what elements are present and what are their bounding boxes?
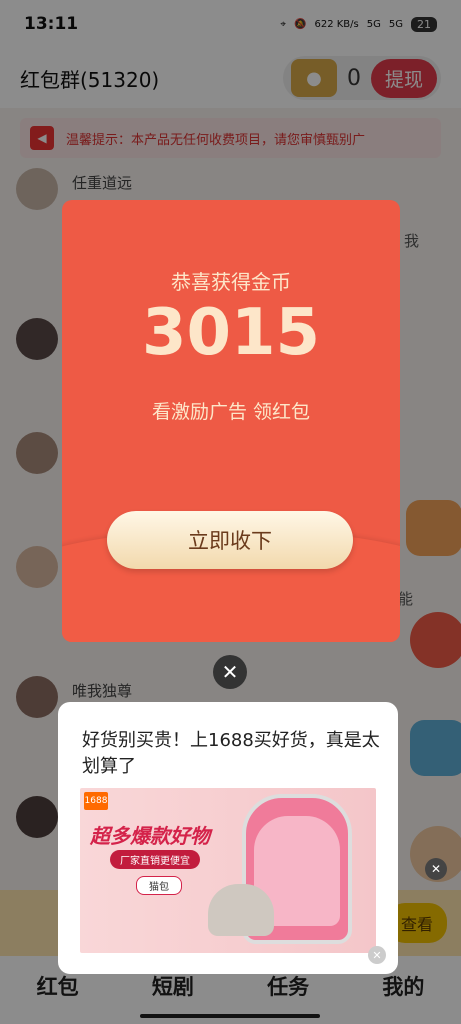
ad-sub-pill: 厂家直销更便宜 <box>110 850 200 869</box>
ad-headline: 超多爆款好物 <box>90 824 210 848</box>
collect-button[interactable]: 立即收下 <box>107 511 353 569</box>
ad-text: 好货别买贵！上1688买好货，真是太划算了 <box>82 730 380 777</box>
ad-logo: 1688 <box>84 792 108 810</box>
reward-dialog: 恭喜获得金币 3015 看激励广告 领红包 立即收下 <box>62 200 400 642</box>
ad-search-pill: 猫包 <box>136 876 182 895</box>
ad-image[interactable]: 1688 超多爆款好物 厂家直销更便宜 猫包 <box>80 788 376 953</box>
reward-title: 恭喜获得金币 <box>171 270 291 294</box>
float-close-icon[interactable]: ✕ <box>425 858 447 880</box>
reward-subtitle: 看激励广告 领红包 <box>151 401 311 423</box>
ad-card[interactable]: 好货别买贵！上1688买好货，真是太划算了 1688 超多爆款好物 厂家直销更便… <box>58 702 398 974</box>
reward-amount: 3015 <box>141 296 321 370</box>
cat-image <box>208 884 274 936</box>
ad-close-icon[interactable]: ✕ <box>368 946 386 964</box>
close-icon[interactable]: ✕ <box>213 655 247 689</box>
